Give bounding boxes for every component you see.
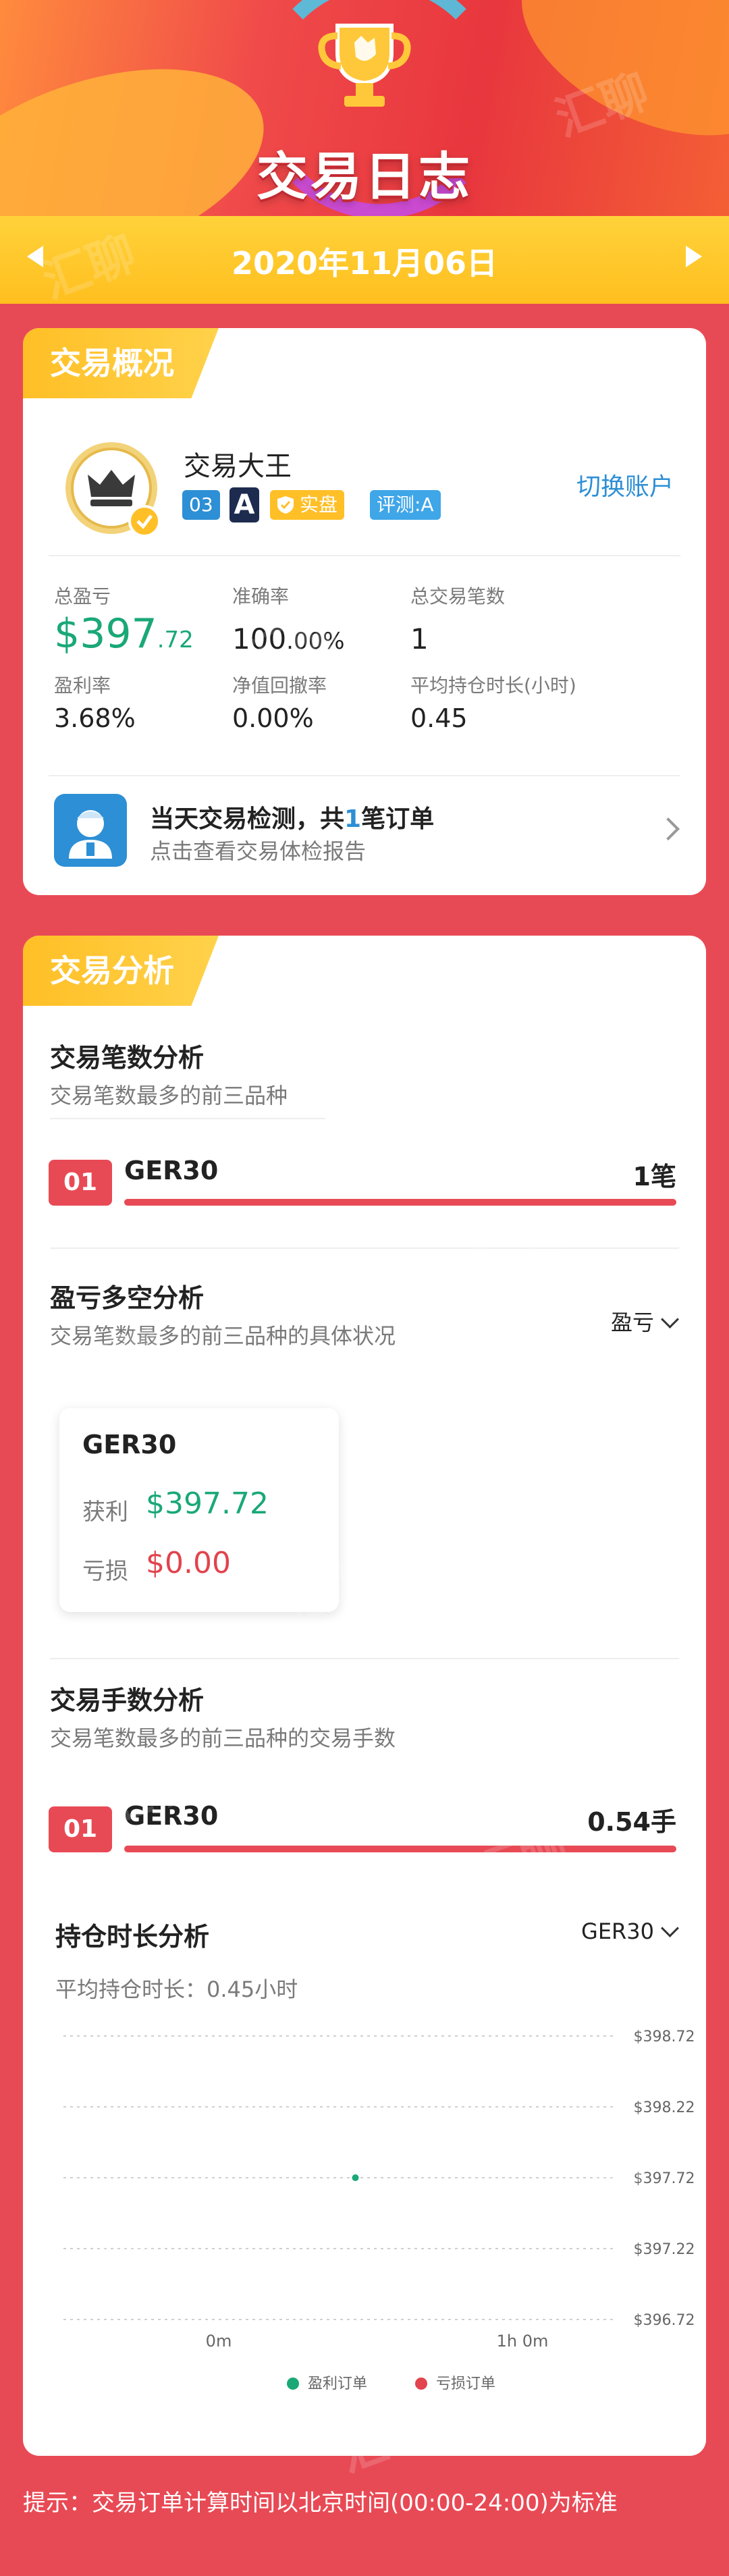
x-tick-label: 1h 0m — [497, 2332, 549, 2351]
profit-value: $397.72 — [146, 1486, 269, 1521]
doctor-report-icon — [54, 794, 127, 867]
y-tick-label: $397.72 — [634, 2170, 695, 2187]
x-tick-label: 0m — [206, 2332, 232, 2351]
trade-check-title: 当天交易检测，共1笔订单 — [150, 805, 435, 833]
rating-badge: 评测:A — [370, 490, 441, 520]
section-title-lots: 交易手数分析 — [50, 1686, 205, 1715]
loss-label: 亏损 — [82, 1558, 128, 1585]
stat-label-total-pnl: 总盈亏 — [54, 585, 111, 608]
current-date: 2020年11月06日 — [231, 245, 498, 281]
stat-label-avg-hold: 平均持仓时长(小时) — [410, 674, 576, 697]
avg-hold-text: 平均持仓时长：0.45小时 — [55, 1977, 298, 2002]
stat-label-accuracy: 准确率 — [232, 585, 290, 608]
divider — [50, 1658, 679, 1659]
legend-label: 盈利订单 — [308, 2376, 367, 2392]
y-tick-label: $398.22 — [634, 2099, 695, 2116]
y-tick-label: $396.72 — [634, 2312, 695, 2329]
chevron-right-icon — [657, 817, 680, 840]
level-badge: 03 — [182, 490, 220, 520]
symbol-dropdown[interactable]: GER30 — [581, 1918, 679, 1944]
pnl-dropdown[interactable]: 盈亏 — [611, 1306, 679, 1337]
stat-label-trade-count: 总交易笔数 — [410, 585, 506, 608]
loss-value: $0.00 — [146, 1546, 231, 1580]
symbol-label: GER30 — [124, 1801, 219, 1831]
progress-bar — [124, 1199, 676, 1206]
section-title-trade-count: 交易笔数分析 — [50, 1043, 205, 1073]
symbol-label: GER30 — [124, 1156, 219, 1185]
chevron-down-icon — [661, 1919, 679, 1937]
real-account-badge: 实盘 — [270, 490, 345, 520]
divider — [49, 555, 680, 556]
progress-bar — [124, 1846, 676, 1852]
stat-value-avg-hold: 0.45 — [410, 703, 468, 733]
broker-logo-icon: A — [230, 487, 259, 522]
trade-check-subtitle: 点击查看交易体检报告 — [150, 838, 367, 864]
section-title-pnl: 盈亏多空分析 — [50, 1283, 205, 1313]
page-title: 交易日志 — [256, 146, 473, 207]
legend-marker — [415, 2378, 427, 2390]
analysis-card: 交易分析 交易笔数分析 交易笔数最多的前三品种 01 GER30 1笔 盈亏多空… — [23, 936, 706, 2456]
stat-value-drawdown: 0.00% — [232, 703, 314, 733]
account-name: 交易大王 — [184, 451, 292, 482]
stat-label-profit-rate: 盈利率 — [54, 674, 111, 697]
profit-label: 获利 — [82, 1499, 128, 1526]
overview-card: 交易概况 交易大王 切换账户 03 A 实盘 评测:A 总盈亏 $397.72 … — [23, 328, 706, 895]
y-tick-label: $397.22 — [634, 2241, 695, 2258]
data-point — [352, 2174, 359, 2181]
overview-tag: 交易概况 — [23, 328, 219, 398]
lots-value: 0.54手 — [587, 1807, 676, 1837]
chevron-down-icon — [661, 1310, 679, 1329]
trophy-icon — [318, 24, 411, 107]
trade-check-row[interactable]: 当天交易检测，共1笔订单 点击查看交易体检报告 — [23, 776, 706, 895]
holding-scatter-chart: $398.72 $398.22 $397.72 $397.22 $396.72 0m 1h… — [63, 2029, 695, 2392]
real-account-label: 实盘 — [300, 493, 338, 516]
stat-value-total-pnl: $397.72 — [54, 610, 194, 658]
section-subtitle-trade-count: 交易笔数最多的前三品种 — [50, 1083, 288, 1108]
divider — [50, 1118, 325, 1119]
header-banner: 交易日志 — [0, 0, 729, 216]
trade-count-value: 1笔 — [632, 1162, 676, 1191]
symbol-label: GER30 — [82, 1430, 177, 1459]
legend-marker — [287, 2378, 299, 2390]
shield-check-icon — [277, 496, 294, 514]
section-subtitle-pnl: 交易笔数最多的前三品种的具体状况 — [50, 1323, 396, 1349]
footer-tip: 提示：交易订单计算时间以北京时间(00:00-24:00)为标准 — [23, 2490, 618, 2517]
y-tick-label: $398.72 — [634, 2029, 695, 2045]
section-title-hold: 持仓时长分析 — [55, 1922, 210, 1952]
rank-badge: 01 — [49, 1160, 112, 1206]
stat-value-trade-count: 1 — [410, 622, 429, 655]
divider — [50, 1247, 679, 1249]
date-bar: 2020年11月06日 — [0, 216, 729, 304]
section-subtitle-lots: 交易笔数最多的前三品种的交易手数 — [50, 1725, 396, 1751]
rank-badge: 01 — [49, 1806, 112, 1852]
avatar[interactable] — [61, 437, 169, 545]
stat-value-profit-rate: 3.68% — [54, 703, 136, 733]
analysis-tag: 交易分析 — [23, 936, 219, 1006]
stat-value-accuracy: 100.00% — [232, 622, 345, 655]
legend-label: 亏损订单 — [436, 2376, 495, 2392]
next-day-arrow-icon[interactable] — [686, 246, 702, 267]
switch-account-link[interactable]: 切换账户 — [576, 467, 674, 502]
stat-label-drawdown: 净值回撤率 — [232, 674, 327, 697]
pnl-symbol-card: GER30 获利 $397.72 亏损 $0.00 — [59, 1408, 339, 1612]
